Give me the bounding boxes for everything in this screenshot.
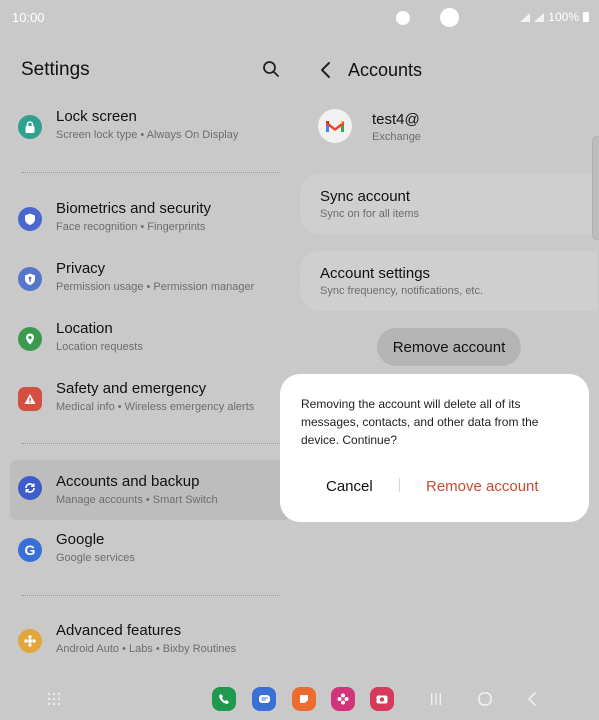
settings-item-subtitle: Face recognition • Fingerprints xyxy=(56,221,206,233)
settings-item-title: Advanced features xyxy=(56,622,182,639)
shield-icon xyxy=(18,207,42,231)
apps-grid-icon xyxy=(47,692,61,706)
recents-icon xyxy=(431,693,441,705)
puzzle-icon xyxy=(18,629,42,653)
card-title: Account settings xyxy=(320,265,431,282)
emergency-icon xyxy=(18,387,42,411)
notes-icon xyxy=(300,695,308,703)
search-icon xyxy=(263,61,279,77)
gallery-app-button[interactable] xyxy=(331,687,355,711)
privacy-shield-icon xyxy=(18,267,42,291)
phone-icon xyxy=(219,694,229,704)
camera-app-button[interactable] xyxy=(370,687,394,711)
back-arrow-icon xyxy=(528,692,536,706)
notes-app-button[interactable] xyxy=(292,687,316,711)
camera-icon xyxy=(376,695,388,704)
back-nav-button[interactable] xyxy=(526,691,538,707)
location-pin-icon xyxy=(18,327,42,351)
settings-item-title: Privacy xyxy=(56,260,106,277)
settings-item-safety[interactable]: Safety and emergency Medical info • Wire… xyxy=(10,371,290,431)
battery-level: 100% xyxy=(548,10,579,24)
recent-apps-button[interactable] xyxy=(429,692,443,706)
settings-item-title: Biometrics and security xyxy=(56,200,212,217)
gallery-icon xyxy=(337,693,349,705)
accounts-title: Accounts xyxy=(348,60,423,80)
settings-item-title: Lock screen xyxy=(56,108,137,125)
settings-item-advanced[interactable]: Advanced features Android Auto • Labs • … xyxy=(10,613,290,673)
settings-item-title: Location xyxy=(56,320,113,337)
page-title: Settings xyxy=(21,59,90,80)
settings-item-accounts-backup[interactable]: Accounts and backup Manage accounts • Sm… xyxy=(10,460,290,520)
settings-item-subtitle: Medical info • Wireless emergency alerts xyxy=(56,401,255,413)
settings-item-google[interactable]: G Google Google services xyxy=(10,522,290,582)
sync-account-card[interactable]: Sync account Sync on for all items xyxy=(300,174,598,234)
search-button[interactable] xyxy=(262,60,280,78)
settings-item-subtitle: Manage accounts • Smart Switch xyxy=(56,494,218,506)
card-subtitle: Sync frequency, notifications, etc. xyxy=(320,285,484,297)
remove-account-button[interactable]: Remove account xyxy=(377,328,521,366)
back-button[interactable] xyxy=(318,60,334,80)
settings-item-subtitle: Permission usage • Permission manager xyxy=(56,281,255,293)
account-settings-card[interactable]: Account settings Sync frequency, notific… xyxy=(300,251,598,311)
settings-item-title: Safety and emergency xyxy=(56,380,207,397)
home-button[interactable] xyxy=(477,691,493,707)
confirm-remove-button[interactable]: Remove account xyxy=(426,478,539,495)
remove-account-dialog: Removing the account will delete all of … xyxy=(280,374,589,522)
edge-panel-handle[interactable] xyxy=(592,136,599,240)
phone-app-button[interactable] xyxy=(212,687,236,711)
camera-dot-icon xyxy=(396,11,410,25)
settings-item-subtitle: Google services xyxy=(56,552,135,564)
lock-icon xyxy=(18,115,42,139)
home-icon xyxy=(478,692,492,706)
settings-item-title: Accounts and backup xyxy=(56,473,200,490)
cancel-button[interactable]: Cancel xyxy=(326,478,373,495)
chevron-left-icon xyxy=(321,62,330,78)
button-separator xyxy=(399,478,400,492)
settings-item-biometrics[interactable]: Biometrics and security Face recognition… xyxy=(10,191,290,251)
status-bar: 10:00 100% xyxy=(0,0,599,34)
card-subtitle: Sync on for all items xyxy=(320,208,420,220)
signal-icon xyxy=(520,12,531,22)
status-time: 10:00 xyxy=(12,10,45,25)
sync-icon xyxy=(18,476,42,500)
settings-item-subtitle: Location requests xyxy=(56,341,143,353)
messages-icon xyxy=(258,694,270,703)
messages-app-button[interactable] xyxy=(252,687,276,711)
account-avatar xyxy=(318,109,352,143)
status-indicators: 100% xyxy=(520,10,589,24)
settings-item-lock-screen[interactable]: Lock screen Screen lock type • Always On… xyxy=(10,99,290,159)
apps-grid-button[interactable] xyxy=(47,692,61,706)
google-icon: G xyxy=(18,538,42,562)
signal-icon xyxy=(534,12,545,22)
dialog-message: Removing the account will delete all of … xyxy=(301,397,539,447)
card-title: Sync account xyxy=(320,188,411,205)
settings-item-privacy[interactable]: Privacy Permission usage • Permission ma… xyxy=(10,251,290,311)
camera-dot-icon xyxy=(440,8,459,27)
settings-item-subtitle: Screen lock type • Always On Display xyxy=(56,129,239,141)
divider xyxy=(22,443,280,444)
settings-item-location[interactable]: Location Location requests xyxy=(10,311,290,371)
divider xyxy=(22,172,280,173)
divider xyxy=(22,595,280,596)
battery-icon xyxy=(583,12,589,22)
settings-item-subtitle: Android Auto • Labs • Bixby Routines xyxy=(56,643,237,655)
settings-item-title: Google xyxy=(56,531,105,548)
account-type: Exchange xyxy=(372,131,421,143)
gmail-icon xyxy=(326,121,344,132)
navigation-bar xyxy=(0,682,599,720)
account-name: test4@ xyxy=(372,111,420,128)
